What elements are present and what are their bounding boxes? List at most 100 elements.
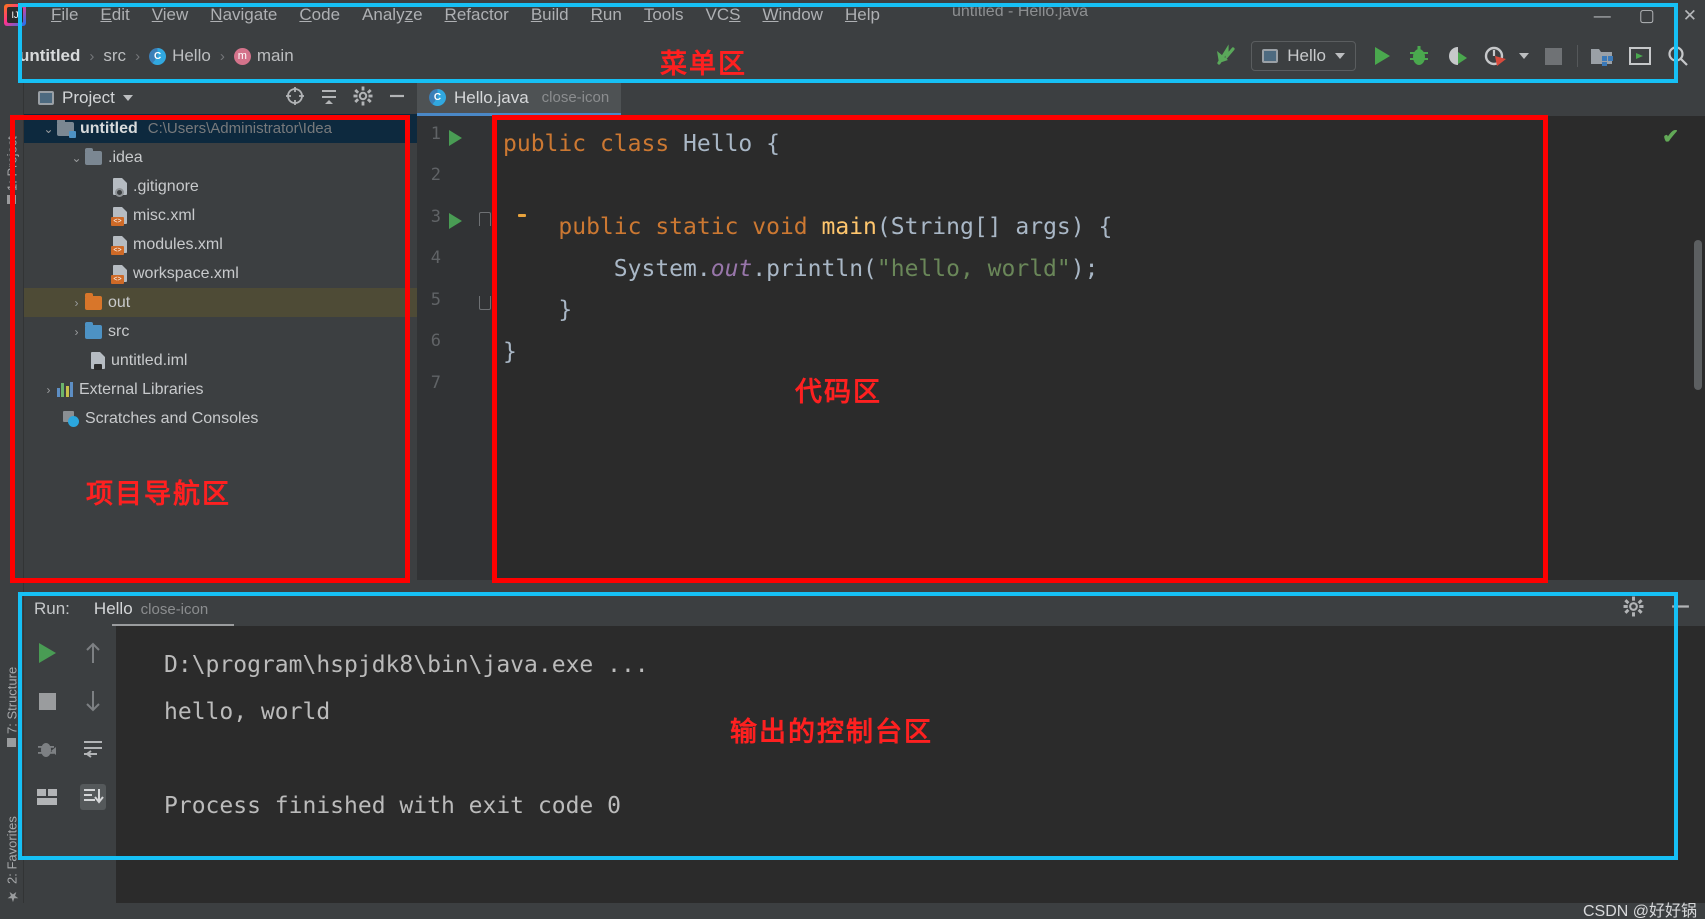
breadcrumb-item-untitled[interactable]: untitled: [14, 44, 85, 68]
project-icon: [38, 91, 54, 105]
tree-row-modules-xml[interactable]: <> modules.xml: [24, 230, 417, 259]
scroll-to-end-icon[interactable]: [80, 784, 106, 810]
window-title: untitled - Hello.java: [952, 3, 1089, 20]
hide-minimize-icon[interactable]: [1670, 596, 1691, 622]
editor-vertical-scrollbar[interactable]: [1694, 240, 1702, 390]
breadcrumb-label: src: [103, 46, 127, 65]
search-icon[interactable]: [1659, 37, 1697, 75]
stop-button[interactable]: [1534, 37, 1572, 75]
arrow-down-icon[interactable]: [80, 688, 106, 714]
profiler-button[interactable]: [1476, 37, 1514, 75]
chevron-down-icon[interactable]: [122, 95, 133, 101]
menu-item-analyze[interactable]: Analyze: [351, 3, 434, 27]
run-with-coverage-button[interactable]: [1438, 37, 1476, 75]
annotation-label-project-area: 项目导航区: [86, 479, 231, 510]
menu-item-file[interactable]: File: [40, 3, 89, 27]
menu-item-help[interactable]: Help: [834, 3, 891, 27]
project-structure-button[interactable]: [1583, 37, 1621, 75]
menu-item-edit[interactable]: Edit: [89, 3, 140, 27]
breadcrumb: untitled › src › Hello › main: [14, 44, 299, 68]
menu-item-tools[interactable]: Tools: [633, 3, 695, 27]
chevron-down-icon[interactable]: ⌄: [40, 122, 57, 136]
soft-wrap-icon[interactable]: [80, 736, 106, 762]
code-editor[interactable]: 1 2 3 4 5 6 7 public class Hello { publi…: [417, 116, 1705, 580]
left-tool-window-strip: 1: Project 7: Structure ★ 2: Favorites: [0, 82, 24, 919]
tree-row-external-libraries[interactable]: › External Libraries: [24, 375, 417, 404]
tree-row-misc-xml[interactable]: <> misc.xml: [24, 201, 417, 230]
menu-item-window[interactable]: Window: [751, 3, 833, 27]
run-play-icon[interactable]: [449, 130, 462, 146]
editor-gutter[interactable]: 1 2 3 4 5 6 7: [417, 116, 495, 580]
minimize-icon[interactable]: —: [1594, 7, 1611, 24]
sidebar-item-label: 2: Favorites: [4, 816, 20, 884]
chevron-right-icon[interactable]: ›: [40, 383, 57, 397]
rerun-play-icon[interactable]: [34, 640, 60, 666]
close-icon[interactable]: ✕: [1683, 7, 1697, 24]
menu-item-refactor[interactable]: Refactor: [434, 3, 520, 27]
run-button[interactable]: [1362, 37, 1400, 75]
watermark: CSDN @好好锅: [1582, 903, 1697, 919]
folder-icon: [85, 147, 102, 165]
run-configuration-selector[interactable]: Hello: [1251, 41, 1356, 71]
menu-item-view[interactable]: View: [141, 3, 200, 27]
chevron-right-icon[interactable]: ›: [68, 296, 85, 310]
hide-minimize-icon[interactable]: [387, 86, 407, 111]
tab-hello-java[interactable]: Hello.java close-icon: [417, 82, 622, 116]
debug-button[interactable]: [1400, 37, 1438, 75]
tree-row-untitled-iml[interactable]: untitled.iml: [24, 346, 417, 375]
menu-item-code[interactable]: Code: [288, 3, 351, 27]
console-line: D:\program\hspjdk8\bin\java.exe ...: [116, 642, 1705, 689]
tree-row-untitled[interactable]: ⌄ untitled C:\Users\Administrator\Idea: [24, 114, 417, 143]
code-content[interactable]: public class Hello { public static void …: [503, 124, 1689, 373]
tree-row-out[interactable]: › out: [24, 288, 417, 317]
sidebar-item-favorites[interactable]: ★ 2: Favorites: [0, 754, 24, 904]
menu-item-vcs[interactable]: VCS: [695, 3, 752, 27]
tree-label: modules.xml: [133, 235, 223, 253]
console-output[interactable]: D:\program\hspjdk8\bin\java.exe ... hell…: [116, 626, 1705, 903]
fold-collapse-icon[interactable]: [479, 212, 491, 226]
tree-label: src: [108, 322, 130, 340]
run-tab-hello[interactable]: Hello close-icon: [86, 599, 208, 619]
xml-file-icon: <>: [111, 207, 127, 226]
console-line: Process finished with exit code 0: [164, 793, 621, 819]
profiler-dropdown-icon[interactable]: [1514, 37, 1534, 75]
tree-row-workspace-xml[interactable]: <> workspace.xml: [24, 259, 417, 288]
tree-row-gitignore[interactable]: .gitignore: [24, 172, 417, 201]
sidebar-item-project[interactable]: 1: Project: [0, 84, 24, 204]
arrow-up-icon[interactable]: [80, 640, 106, 666]
tree-row-idea[interactable]: ⌄ .idea: [24, 143, 417, 172]
close-icon[interactable]: close-icon: [141, 601, 209, 618]
close-icon[interactable]: close-icon: [542, 89, 610, 106]
breadcrumb-label: untitled: [19, 46, 81, 65]
menu-item-navigate[interactable]: Navigate: [199, 3, 288, 27]
scratches-icon: [63, 410, 79, 427]
settings-gear-icon[interactable]: [353, 86, 373, 111]
tree-path: C:\Users\Administrator\Idea: [147, 120, 332, 137]
settings-gear-icon[interactable]: [1623, 596, 1644, 622]
menu-item-build[interactable]: Build: [520, 3, 580, 27]
update-project-arrow-icon[interactable]: [1207, 37, 1245, 75]
tree-row-src[interactable]: › src: [24, 317, 417, 346]
inspections-ok-check-icon[interactable]: ✔: [1662, 124, 1679, 149]
chevron-right-icon[interactable]: ›: [68, 325, 85, 339]
stop-square-icon[interactable]: [34, 688, 60, 714]
gitignore-file-icon: [113, 178, 127, 197]
menu-bar: File Edit View Navigate Code Analyze Ref…: [40, 3, 891, 27]
collapse-all-icon[interactable]: [319, 86, 339, 111]
sidebar-item-structure[interactable]: 7: Structure: [0, 607, 24, 747]
locate-target-icon[interactable]: [285, 86, 305, 111]
navigation-bar: untitled › src › Hello › main Hel: [0, 30, 1705, 82]
line-number: 1: [430, 124, 441, 144]
layout-grid-icon[interactable]: [34, 784, 60, 810]
terminal-button[interactable]: [1621, 37, 1659, 75]
maximize-icon[interactable]: ▢: [1639, 7, 1655, 24]
fold-end-icon[interactable]: [479, 296, 491, 310]
chevron-down-icon[interactable]: ⌄: [68, 151, 85, 165]
breadcrumb-item-main[interactable]: main: [229, 44, 299, 68]
menu-item-run[interactable]: Run: [580, 3, 633, 27]
debug-dimmed-icon[interactable]: [34, 736, 60, 762]
breadcrumb-item-src[interactable]: src: [98, 44, 131, 68]
run-play-icon[interactable]: [449, 213, 462, 229]
breadcrumb-item-hello[interactable]: Hello: [144, 44, 216, 68]
tree-row-scratches-and-consoles[interactable]: Scratches and Consoles: [24, 404, 417, 433]
